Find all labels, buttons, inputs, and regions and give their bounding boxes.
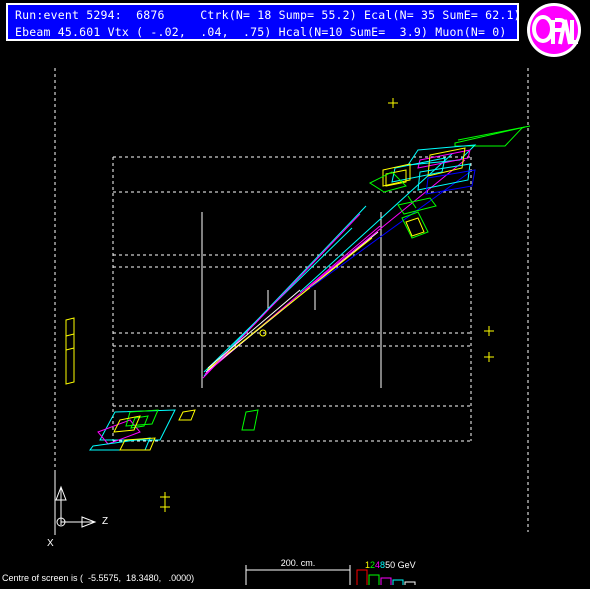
energy-scale-labels: 124850 GeV: [365, 560, 416, 570]
event-display-canvas: [54, 68, 531, 585]
energy-label-50: 50 GeV: [385, 560, 416, 570]
lower-left-calorimeter-blocks: [89, 409, 259, 451]
axis-indicator: [54, 470, 97, 535]
axis-label-z: Z: [102, 516, 109, 527]
screen-centre-readout: Centre of screen is ( -5.5575, 18.3480, …: [2, 573, 195, 583]
axis-label-x: X: [47, 538, 54, 549]
scale-bar: [245, 565, 351, 585]
hit-markers: [160, 98, 494, 512]
energy-scale-bars: [356, 569, 416, 585]
detector-frame: [54, 68, 529, 532]
left-muon-strip: [65, 317, 75, 385]
central-detector-lines: [201, 212, 382, 388]
scale-bar-label: 200. cm.: [280, 558, 316, 568]
upper-right-calorimeter-blocks: [368, 125, 531, 239]
